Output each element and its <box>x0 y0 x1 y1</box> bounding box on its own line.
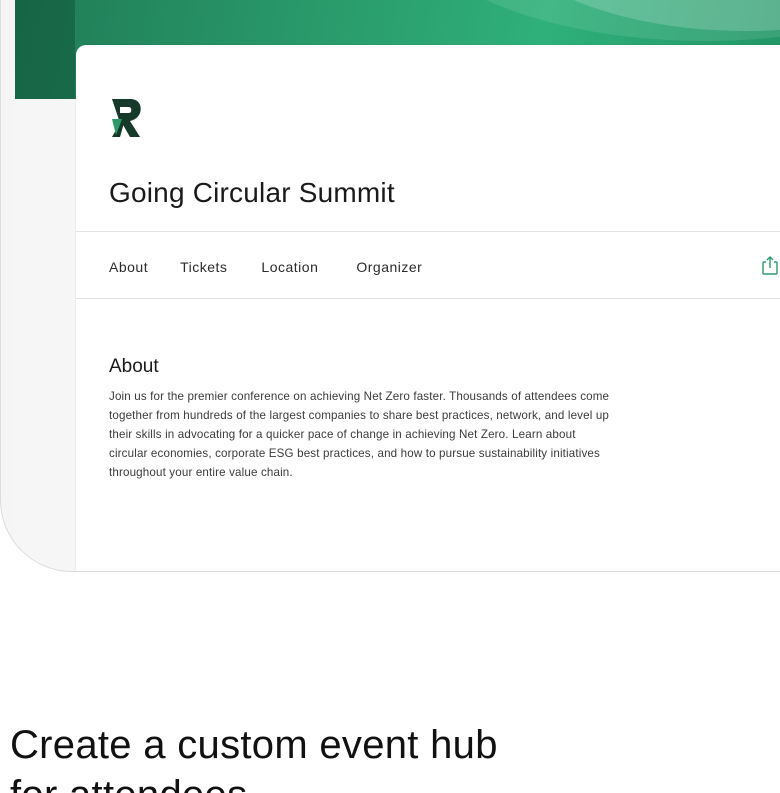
tab-organizer[interactable]: Organizer <box>356 259 422 275</box>
divider <box>76 231 780 232</box>
headline-line: for attendees <box>10 770 498 793</box>
about-description: Join us for the premier conference on ac… <box>109 387 780 482</box>
marketing-screenshot: Going Circular Summit About Tickets Loca… <box>0 0 780 793</box>
tab-location[interactable]: Location <box>261 259 318 275</box>
divider <box>76 298 780 299</box>
event-title: Going Circular Summit <box>109 177 395 208</box>
about-line: their skills in advocating for a quicker… <box>109 428 576 441</box>
marketing-headline: Create a custom event hub for attendees <box>10 720 498 793</box>
hero-shade <box>15 0 75 99</box>
headline-line: Create a custom event hub <box>10 723 498 767</box>
tab-tickets[interactable]: Tickets <box>180 259 227 275</box>
about-line: circular economies, corporate ESG best p… <box>109 447 600 460</box>
about-line: together from hundreds of the largest co… <box>109 409 610 422</box>
section-heading-about: About <box>109 356 159 377</box>
device-frame: Going Circular Summit About Tickets Loca… <box>0 0 780 572</box>
about-line: throughout your entire value chain. <box>109 466 293 479</box>
about-line: Join us for the premier conference on ac… <box>109 390 610 403</box>
event-nav: About Tickets Location Organizer <box>109 259 454 275</box>
tab-about[interactable]: About <box>109 259 148 275</box>
event-card: Going Circular Summit About Tickets Loca… <box>76 45 780 571</box>
r-logo-icon <box>112 99 141 137</box>
share-icon[interactable] <box>761 255 779 275</box>
